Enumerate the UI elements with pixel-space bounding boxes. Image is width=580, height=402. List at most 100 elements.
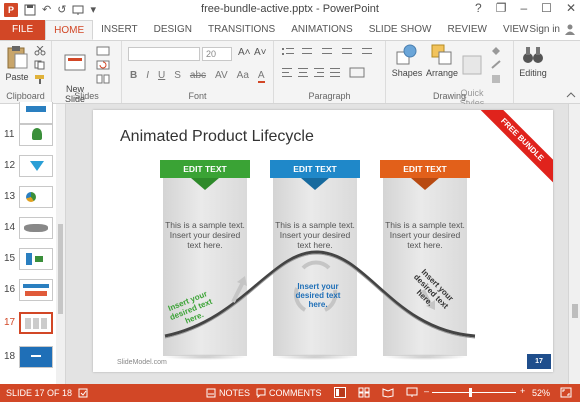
tab-animations[interactable]: ANIMATIONS [283,20,360,40]
thumbnail-item[interactable]: 13 [0,186,64,210]
reading-view-icon[interactable] [382,387,394,398]
tab-insert[interactable]: INSERT [93,20,146,40]
thumbnail-item[interactable]: 15 [0,248,64,272]
cut-icon[interactable] [34,46,46,56]
shape-fill-icon[interactable] [490,46,504,56]
arrange-button[interactable]: Arrange [424,44,460,78]
thumbnail-item[interactable]: 11 [0,124,64,148]
zoom-out-button[interactable]: – [424,386,429,396]
ribbon-display-icon[interactable]: ❐ [496,1,507,15]
collapse-ribbon-icon[interactable] [566,91,576,99]
drawing-group: Shapes Arrange Quick Styles Drawing [386,41,514,108]
slide-thumbnail[interactable] [19,346,53,368]
ribbon-tabs: FILE HOME INSERT DESIGN TRANSITIONS ANIM… [0,20,580,40]
shapes-label[interactable]: Shapes [392,68,423,78]
thumbnail-scrollbar[interactable] [56,104,65,384]
shrink-font-icon[interactable]: A˅ [254,47,267,58]
paragraph-group: Paragraph [274,41,386,103]
slide-scroll-thumb[interactable] [572,304,578,318]
thumbnail-item[interactable]: 14 [0,217,64,241]
slide-thumbnail[interactable] [19,186,53,208]
help-icon[interactable]: ? [475,1,482,15]
bold-button[interactable]: B [130,70,137,83]
slide-thumbnail[interactable] [19,217,53,239]
maximize-icon[interactable]: ☐ [541,1,552,15]
font-size-field[interactable]: 20 [202,47,232,61]
minimize-icon[interactable]: – [520,1,527,15]
bullets-icon[interactable] [282,46,378,58]
alignment-icon[interactable] [282,67,378,79]
sign-in[interactable]: Sign in [529,23,576,35]
reset-slide-icon[interactable] [96,60,110,70]
thumbnail-item-current[interactable]: 17 [0,312,64,336]
tab-transitions[interactable]: TRANSITIONS [200,20,283,40]
editing-label[interactable]: Editing [519,68,547,78]
format-painter-icon[interactable] [34,74,46,84]
slide-canvas[interactable]: Animated Product Lifecycle FREE BUNDLE T… [93,110,553,372]
slide-thumbnail[interactable] [19,248,53,270]
zoom-slider-track[interactable] [432,392,516,393]
spelling-check-icon[interactable] [78,388,88,398]
thumbnail-item[interactable]: 12 [0,155,64,179]
slide-thumbnail[interactable] [19,279,53,301]
font-color-button[interactable]: A [257,70,265,83]
font-format-row: B I U S abc AV Aa A [130,70,265,83]
quick-styles-icon [462,55,482,75]
slide-thumbnail[interactable] [19,124,53,146]
change-case-button[interactable]: Aa [237,70,249,83]
slide-thumbnail[interactable] [19,102,53,124]
title-bar: P ↶ ↺ ▾ free-bundle-active.pptx - PowerP… [0,0,580,20]
thumbnail-number: 17 [4,317,16,328]
tab-home[interactable]: HOME [45,20,94,40]
underline-button[interactable]: U [158,70,165,83]
fit-to-window-icon[interactable] [560,387,572,398]
clipboard-group: Paste Clipboard [0,41,52,103]
paste-button[interactable]: Paste [4,44,30,82]
tab-file[interactable]: FILE [0,20,46,40]
shapes-button[interactable]: Shapes [390,44,424,78]
curve-text-maturity[interactable]: Insert your desired text here. [293,282,343,309]
arrange-label[interactable]: Arrange [426,68,458,78]
thumbnail-item[interactable] [0,102,64,126]
notes-button[interactable]: NOTES [219,388,250,398]
slide-sorter-icon[interactable] [358,387,370,398]
binoculars-icon [523,47,543,63]
tab-design[interactable]: DESIGN [146,20,200,40]
thumbnail-scroll-thumb[interactable] [58,224,63,314]
zoom-in-button[interactable]: + [520,386,525,396]
slide-layout-icon[interactable] [96,46,110,56]
tab-review[interactable]: REVIEW [439,20,494,40]
shape-outline-icon[interactable] [490,60,504,70]
shape-effects-icon[interactable] [490,74,504,84]
shadow-button[interactable]: S [174,70,181,83]
close-icon[interactable]: ✕ [566,1,576,15]
notes-icon[interactable] [206,388,216,398]
paragraph-label: Paragraph [308,91,351,101]
thumbnail-item[interactable]: 16 [0,279,64,303]
normal-view-icon[interactable] [334,387,346,398]
font-name-field[interactable] [128,47,200,61]
comments-icon[interactable] [256,388,266,398]
thumbnail-number: 13 [4,191,16,202]
zoom-slider-thumb[interactable] [469,388,472,397]
copy-icon[interactable] [34,60,46,70]
thumbnail-number: 11 [4,129,15,140]
paste-label[interactable]: Paste [5,72,28,82]
section-icon[interactable] [96,74,110,84]
comments-button[interactable]: COMMENTS [269,388,322,398]
editing-button[interactable]: Editing [516,44,550,78]
grow-font-icon[interactable]: A˄ [238,47,251,58]
strikethrough-button[interactable]: abc [190,70,206,83]
slide-vertical-scrollbar[interactable] [568,104,580,384]
thumbnail-number: 18 [4,351,16,362]
character-spacing-button[interactable]: AV [215,70,228,83]
italic-button[interactable]: I [146,70,149,83]
thumbnail-item[interactable]: 18 [0,346,64,370]
tab-slide-show[interactable]: SLIDE SHOW [361,20,440,40]
slide-thumbnail-current[interactable] [19,312,53,334]
slide-show-view-icon[interactable] [406,387,418,398]
sign-in-label[interactable]: Sign in [529,24,560,35]
zoom-level[interactable]: 52% [532,388,550,398]
slide-thumbnail[interactable] [19,155,53,177]
font-label: Font [188,91,207,101]
